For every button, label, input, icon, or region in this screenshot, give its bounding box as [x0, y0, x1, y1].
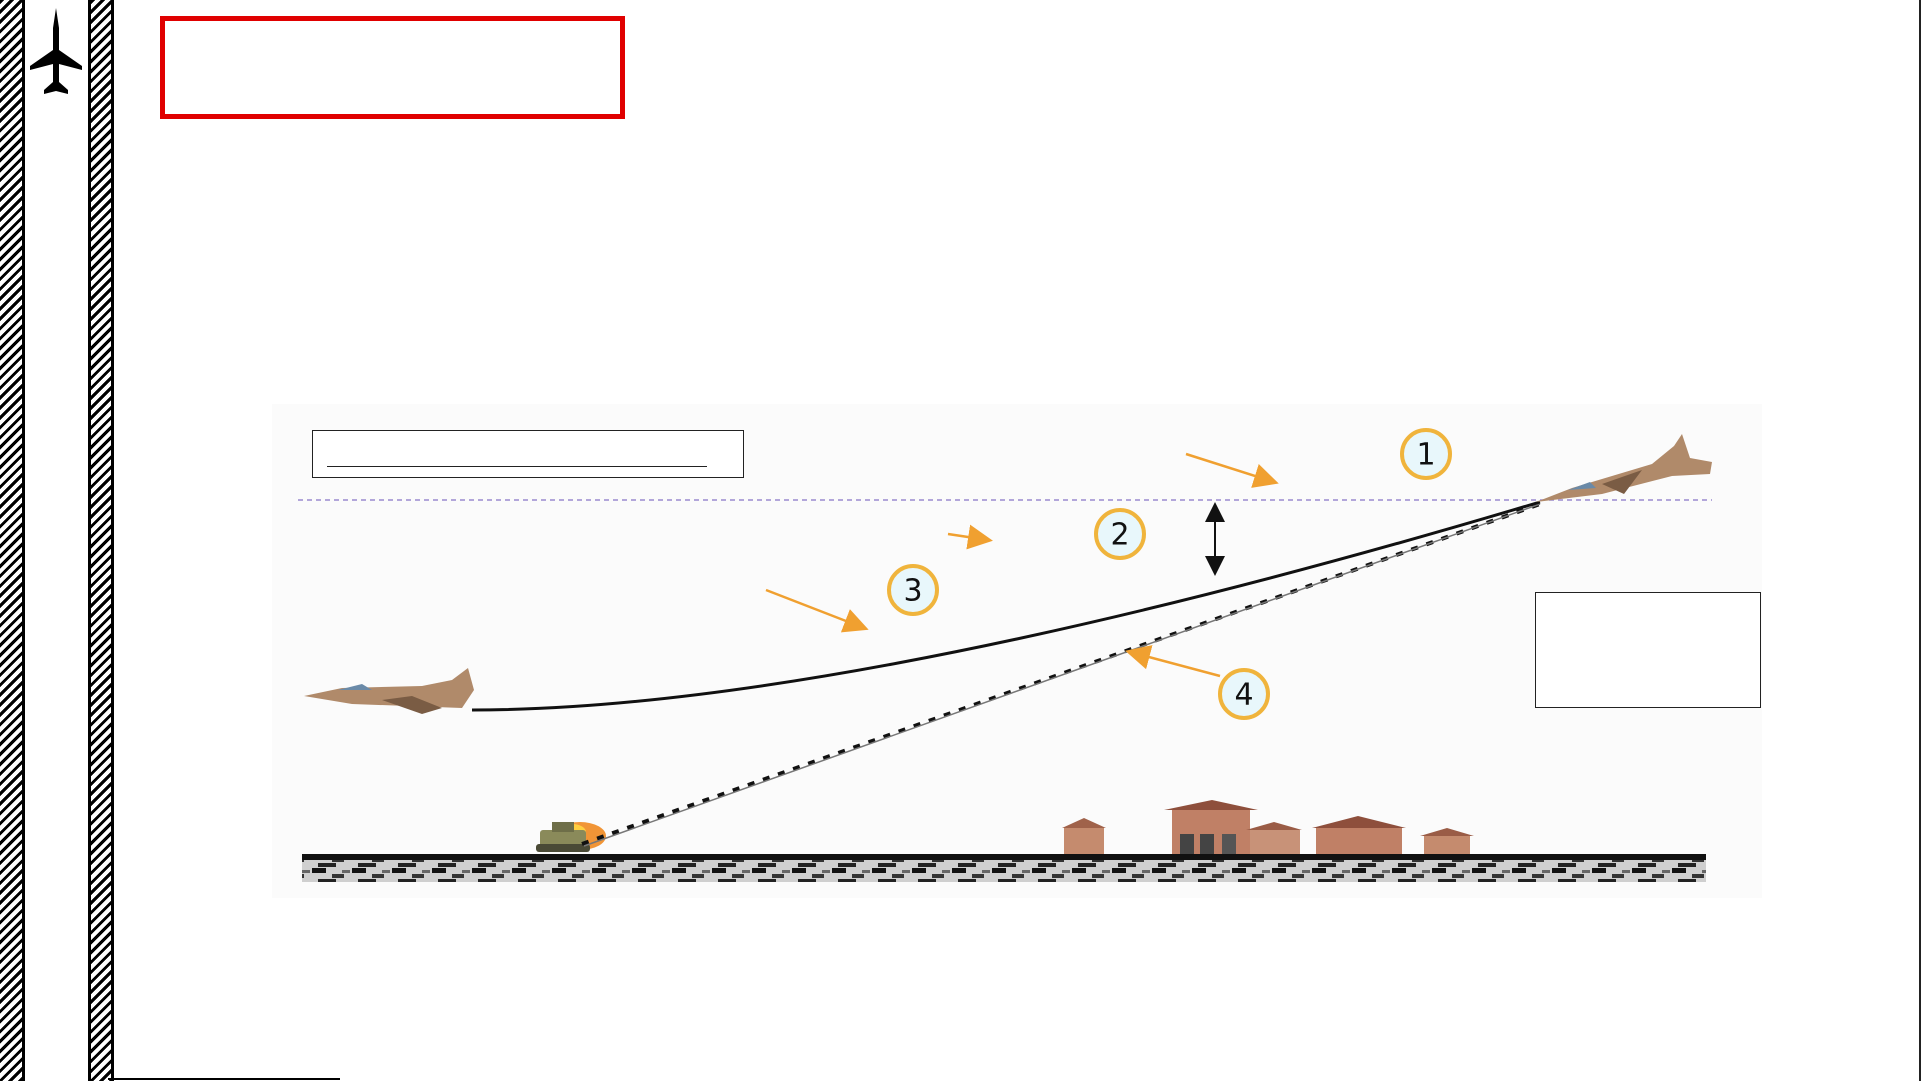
ground-target-tank: [536, 822, 606, 852]
houses: [1062, 800, 1474, 854]
callout-4-arrow: [1125, 645, 1221, 678]
callout-2: 2: [1094, 508, 1146, 560]
svg-text:3: 3: [903, 574, 922, 609]
svg-text:2: 2: [1110, 518, 1129, 553]
line-of-sight: [583, 503, 1541, 847]
fighter-jet-icon: [30, 8, 82, 94]
svg-text:4: 4: [1234, 678, 1253, 713]
callout-4: 4: [1218, 668, 1270, 720]
callout-1-arrow: [1185, 452, 1279, 488]
note-box: [1535, 592, 1761, 708]
ground-texture: [302, 860, 1706, 882]
callout-2-arrow: [947, 524, 993, 550]
right-hatched-strip: [88, 0, 114, 1081]
flight-path: [471, 500, 1541, 712]
left-hatched-strip: [0, 0, 25, 1081]
callout-1: 1: [1400, 428, 1452, 480]
bottom-rule: [108, 1078, 340, 1080]
caption-box: [312, 430, 744, 478]
caption-underline: [327, 465, 707, 467]
callout-3: 3: [887, 564, 939, 616]
title-box: [160, 16, 625, 119]
callout-3-arrow: [765, 588, 869, 633]
aircraft-pullout: [304, 668, 474, 714]
svg-text:1: 1: [1416, 438, 1435, 473]
ground-surface: [302, 854, 1706, 860]
aircraft-release: [1536, 434, 1712, 502]
